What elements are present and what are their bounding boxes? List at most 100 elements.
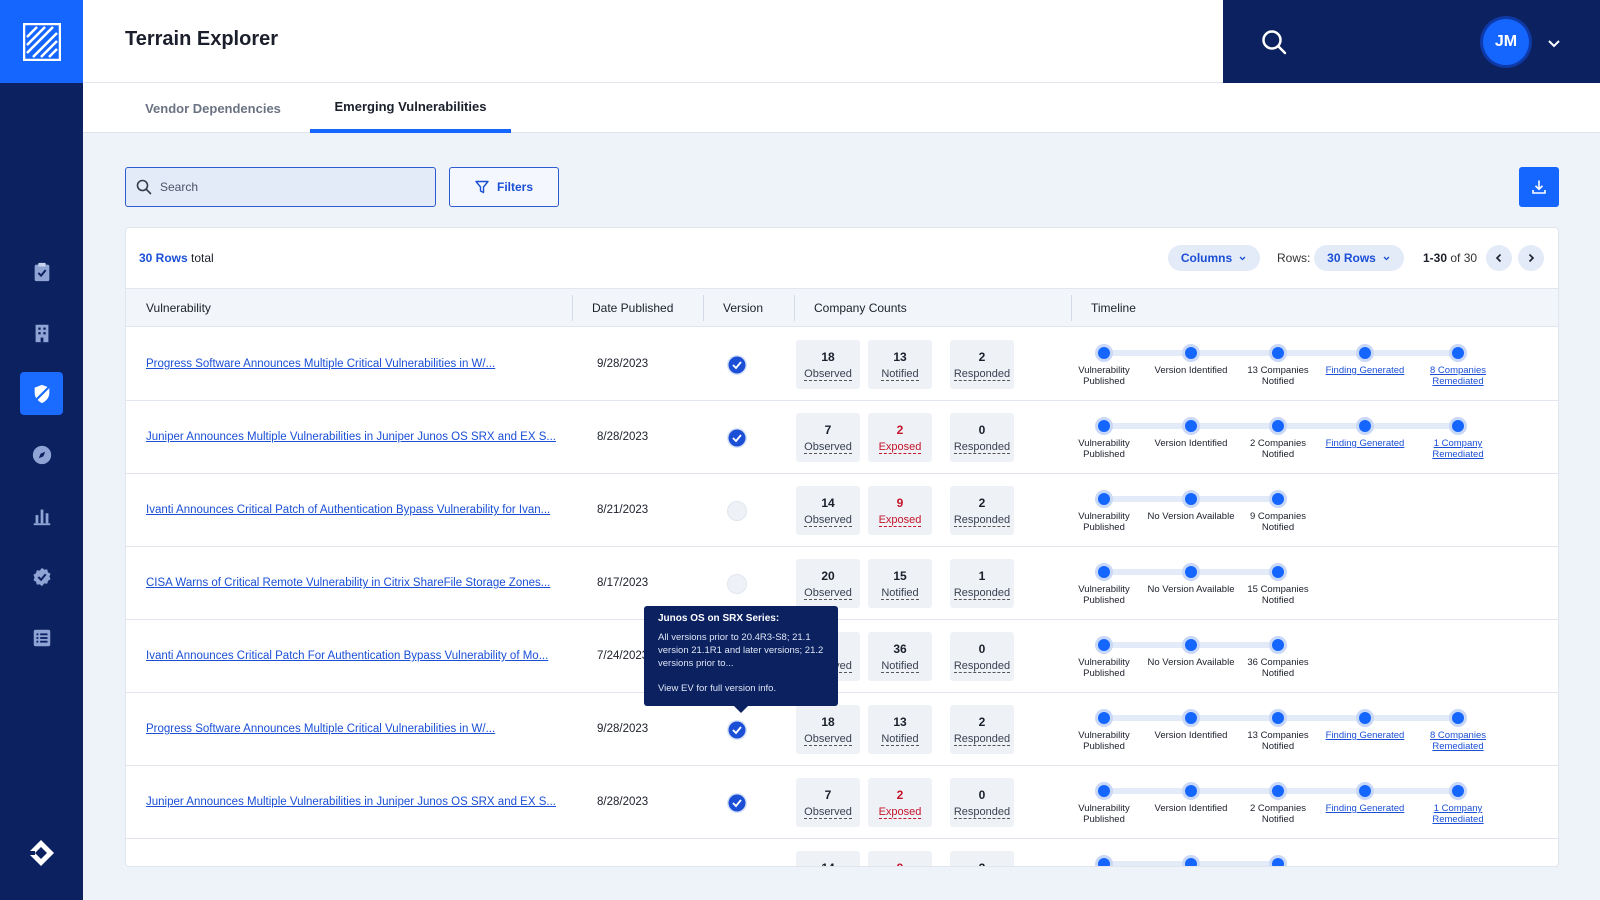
timeline-step-label: No Version Available — [1147, 657, 1235, 668]
count-observed[interactable]: 7 Observed — [796, 413, 860, 462]
version-check-icon[interactable] — [727, 720, 747, 740]
count-exposed[interactable]: 9Exposed — [868, 486, 932, 535]
count-responded[interactable]: 2Responded — [950, 340, 1014, 389]
download-button[interactable] — [1519, 167, 1559, 207]
count-responded[interactable]: 0 Responded — [950, 413, 1014, 462]
count-responded[interactable]: 1 Responded — [950, 559, 1014, 608]
count-responded[interactable]: 2Responded — [950, 851, 1014, 866]
timeline-step-label: 15 Companies Notified — [1247, 584, 1309, 606]
count-label: Notified — [881, 660, 919, 673]
version-check-icon[interactable] — [727, 428, 747, 448]
timeline-step-label: 13 Companies Notified — [1247, 730, 1309, 752]
count-exposed[interactable]: 2 Exposed — [868, 778, 932, 827]
count-responded[interactable]: 0 Responded — [950, 778, 1014, 827]
count-value: 15 — [893, 569, 907, 583]
vulnerability-link[interactable]: Progress Software Announces Multiple Cri… — [146, 723, 495, 735]
column-header-date[interactable]: Date Published — [592, 289, 673, 327]
chevron-down-icon[interactable] — [1545, 34, 1563, 52]
count-label: Observed — [804, 587, 852, 600]
timeline-step-link[interactable]: Finding Generated — [1320, 365, 1410, 377]
nav-companies[interactable] — [20, 311, 63, 354]
column-header-company-counts[interactable]: Company Counts — [814, 289, 907, 327]
nav-tasks[interactable] — [20, 616, 63, 659]
timeline-step-label: 2 Companies Notified — [1250, 438, 1306, 460]
count-observed[interactable]: 18 Observed — [796, 340, 860, 389]
timeline-step-link[interactable]: Finding Generated — [1320, 438, 1410, 450]
tooltip-footer: View EV for full version info. — [658, 683, 777, 694]
timeline-step-dot — [1098, 712, 1110, 724]
timeline-step-label: Vulnerability Published — [1078, 730, 1130, 752]
timeline-step-link[interactable]: 8 Companies Remediated — [1413, 730, 1503, 752]
column-header-version[interactable]: Version — [723, 289, 763, 327]
timeline-step-label: Vulnerability Published — [1078, 657, 1130, 679]
timeline-step-link[interactable]: 8 Companies Remediated — [1413, 365, 1503, 387]
count-label: Notified — [881, 368, 919, 381]
table-row: Progress Software Announces Multiple Cri… — [126, 328, 1558, 401]
search-input[interactable] — [160, 180, 400, 194]
avatar[interactable]: JM — [1483, 19, 1529, 65]
count-notified[interactable]: 13 Notified — [868, 340, 932, 389]
count-label: Exposed — [878, 514, 922, 527]
count-notified[interactable]: 36 Notified — [868, 632, 932, 681]
count-responded[interactable]: 2Responded — [950, 705, 1014, 754]
version-check-icon[interactable] — [727, 355, 747, 375]
count-responded[interactable]: 0 Responded — [950, 632, 1014, 681]
search-icon[interactable] — [1259, 27, 1289, 57]
timeline-step-link[interactable]: Finding Generated — [1320, 730, 1410, 742]
count-exposed[interactable]: 2 Exposed — [868, 413, 932, 462]
vulnerability-link[interactable]: Juniper Announces Multiple Vulnerabiliti… — [146, 431, 556, 443]
filters-button[interactable]: Filters — [449, 167, 559, 207]
next-page-button[interactable] — [1518, 245, 1544, 271]
table-row: Progress Software Announces Multiple Cri… — [126, 693, 1558, 766]
count-value: 2 — [896, 423, 904, 437]
vulnerability-link[interactable]: Progress Software Announces Multiple Cri… — [146, 358, 495, 370]
vulnerability-link[interactable]: CISA Warns of Critical Remote Vulnerabil… — [146, 577, 550, 589]
nav-explore[interactable] — [20, 433, 63, 476]
vulnerability-link[interactable]: Juniper Announces Multiple Vulnerabiliti… — [146, 796, 556, 808]
count-value: 1 — [978, 569, 986, 583]
nav-vulnerabilities[interactable] — [20, 372, 63, 415]
rows-per-page-select[interactable]: 30 Rows — [1314, 245, 1404, 271]
count-exposed[interactable]: 9Exposed — [868, 851, 932, 866]
clipboard-check-icon — [34, 262, 49, 281]
count-observed[interactable]: 7 Observed — [796, 778, 860, 827]
timeline-step-link[interactable]: Finding Generated — [1320, 803, 1410, 815]
version-empty-icon[interactable] — [727, 574, 747, 594]
prev-page-button[interactable] — [1486, 245, 1512, 271]
version-check-icon[interactable] — [727, 793, 747, 813]
vulnerability-link[interactable]: Ivanti Announces Critical Patch For Auth… — [146, 650, 548, 662]
count-value: 36 — [893, 642, 907, 656]
app-logo[interactable] — [0, 0, 83, 83]
column-header-timeline[interactable]: Timeline — [1091, 289, 1136, 327]
tab-emerging-vulnerabilities[interactable]: Emerging Vulnerabilities — [310, 83, 511, 133]
date-published: 8/28/2023 — [597, 796, 649, 808]
date-published: 9/28/2023 — [597, 723, 649, 735]
count-notified[interactable]: 13 Notified — [868, 705, 932, 754]
count-observed[interactable]: 14Observed — [796, 486, 860, 535]
search-input-wrapper[interactable] — [125, 167, 436, 207]
version-empty-icon[interactable] — [727, 501, 747, 521]
count-observed[interactable]: 20 Observed — [796, 559, 860, 608]
count-value: 0 — [978, 642, 986, 656]
count-notified[interactable]: 15 Notified — [868, 559, 932, 608]
nav-verified[interactable] — [20, 555, 63, 598]
count-responded[interactable]: 2Responded — [950, 486, 1014, 535]
tab-vendor-dependencies[interactable]: Vendor Dependencies — [125, 83, 301, 133]
rows-total: 30 Rows total — [139, 251, 214, 265]
count-observed[interactable]: 18 Observed — [796, 705, 860, 754]
count-label: Responded — [953, 368, 1011, 381]
count-observed[interactable]: 14Observed — [796, 851, 860, 866]
timeline-step-link[interactable]: 1 Company Remediated — [1413, 803, 1503, 825]
timeline-step-dot — [1359, 785, 1371, 797]
timeline-step-link[interactable]: 1 Company Remediated — [1413, 438, 1503, 460]
timeline-step-dot — [1185, 493, 1197, 505]
nav-assessments[interactable] — [20, 250, 63, 293]
table-row: 14Observed 9Exposed 2Responded — [126, 839, 1558, 866]
columns-dropdown[interactable]: Columns — [1168, 245, 1260, 271]
timeline-step-label: Version Identified — [1154, 730, 1228, 741]
nav-reports[interactable] — [20, 494, 63, 537]
vulnerability-link[interactable]: Ivanti Announces Critical Patch of Authe… — [146, 504, 550, 516]
chevron-down-icon — [1383, 256, 1390, 260]
timeline-step-dot — [1452, 712, 1464, 724]
column-header-vulnerability[interactable]: Vulnerability — [146, 289, 211, 327]
